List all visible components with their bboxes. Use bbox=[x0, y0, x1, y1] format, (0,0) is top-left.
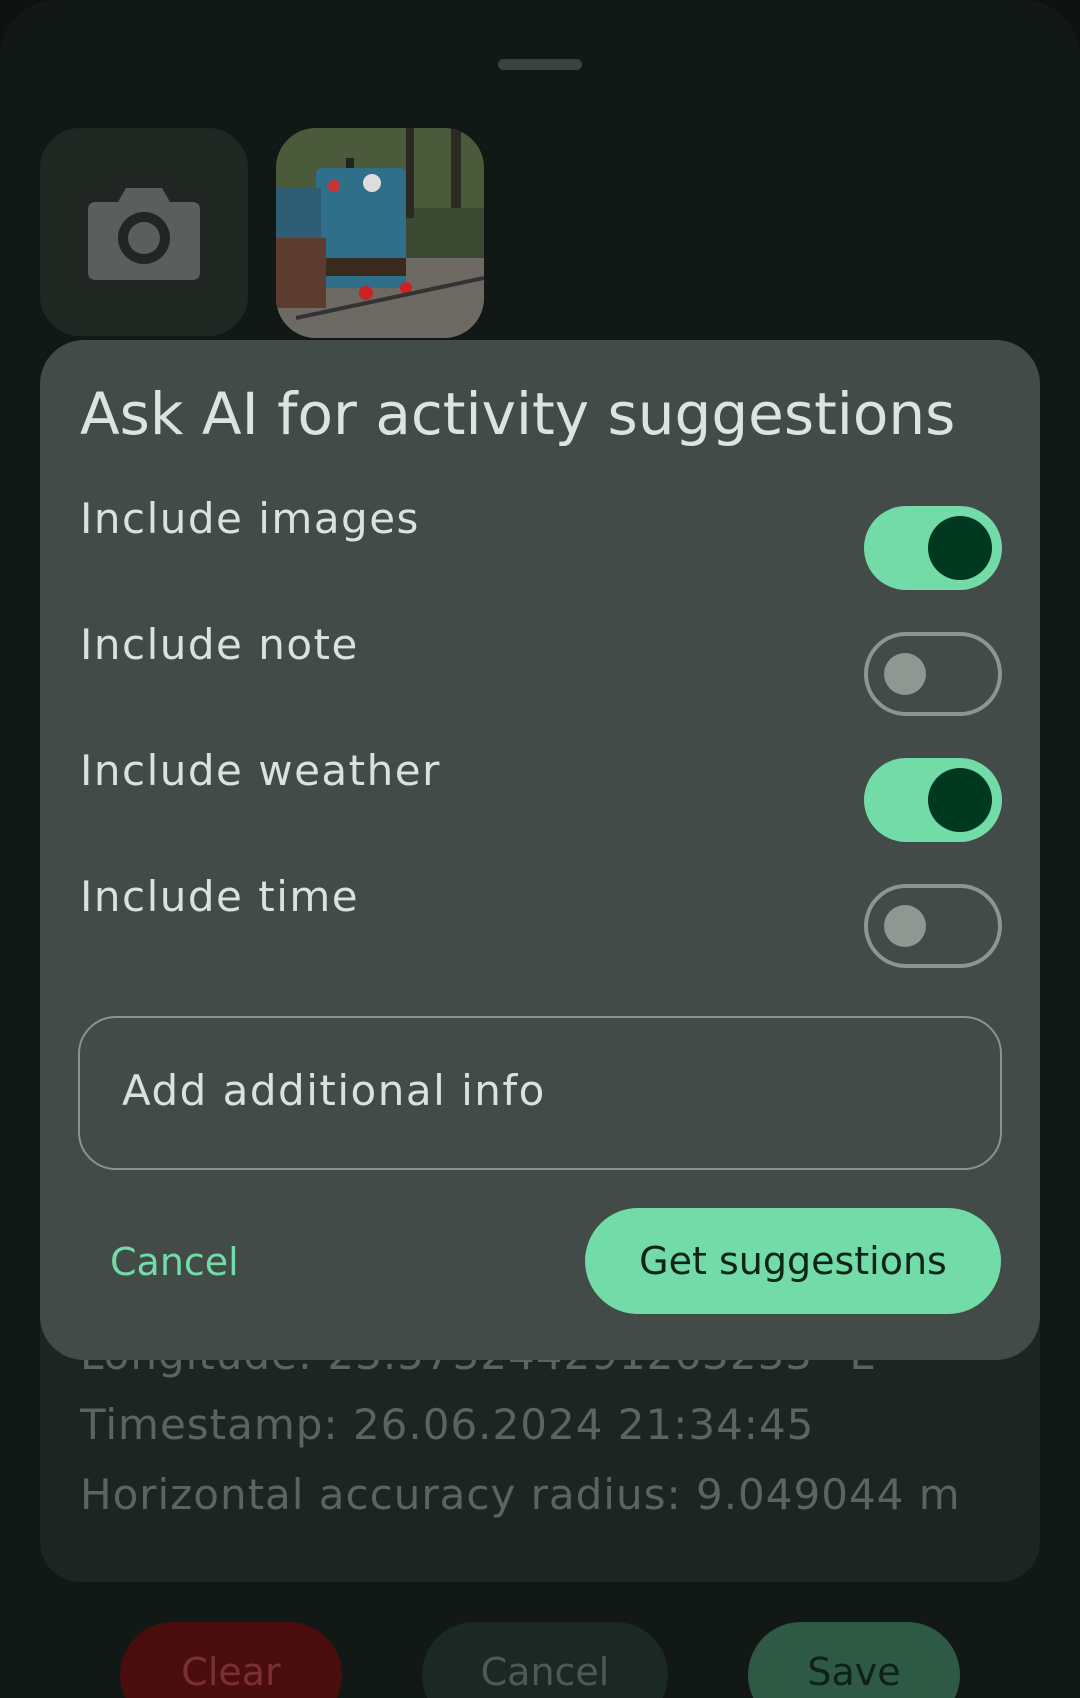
dialog-cancel-button[interactable]: Cancel bbox=[110, 1240, 239, 1284]
dialog-title: Ask AI for activity suggestions bbox=[80, 380, 956, 448]
switch-thumb bbox=[884, 905, 926, 947]
switch-thumb bbox=[928, 516, 992, 580]
include-images-switch[interactable] bbox=[864, 506, 1002, 590]
additional-info-placeholder: Add additional info bbox=[122, 1066, 546, 1115]
include-images-label: Include images bbox=[80, 494, 420, 543]
include-weather-label: Include weather bbox=[80, 746, 441, 795]
include-time-switch[interactable] bbox=[864, 884, 1002, 968]
get-suggestions-button[interactable]: Get suggestions bbox=[585, 1208, 1001, 1314]
include-weather-switch[interactable] bbox=[864, 758, 1002, 842]
switch-thumb bbox=[928, 768, 992, 832]
additional-info-field[interactable]: Add additional info bbox=[78, 1016, 1002, 1170]
include-note-label: Include note bbox=[80, 620, 359, 669]
switch-thumb bbox=[884, 653, 926, 695]
screen: Longitude: 23.573244291263233° E Timesta… bbox=[0, 0, 1080, 1698]
include-time-label: Include time bbox=[80, 872, 360, 921]
ai-suggestions-dialog: Ask AI for activity suggestions Include … bbox=[40, 340, 1040, 1360]
include-note-switch[interactable] bbox=[864, 632, 1002, 716]
